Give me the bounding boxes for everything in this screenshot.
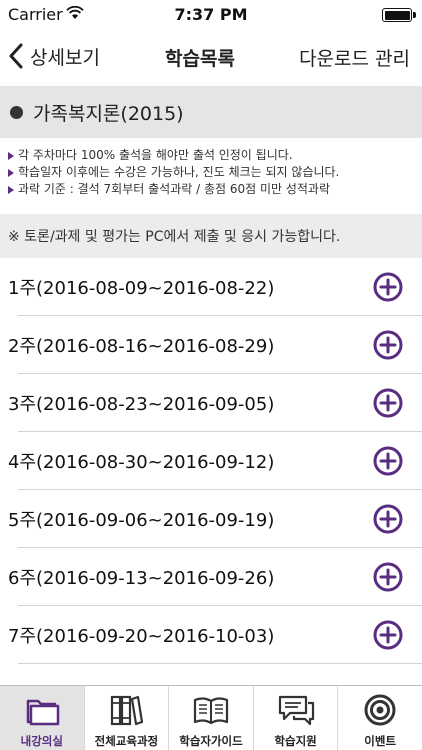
- note-text: 각 주차마다 100% 출석을 해야만 출석 인정이 됩니다.: [18, 148, 293, 162]
- clock: 7:37 PM: [174, 5, 248, 24]
- back-button-label: 상세보기: [30, 46, 100, 69]
- note-item: 학습일자 이후에는 수강은 가능하나, 진도 체크는 되지 않습니다.: [8, 164, 422, 181]
- note-text: 학습일자 이후에는 수강은 가능하나, 진도 체크는 되지 않습니다.: [18, 165, 340, 179]
- chevron-left-icon: [9, 43, 23, 69]
- week-label: 1주(2016-08-09~2016-08-22): [8, 278, 275, 299]
- expand-plus-icon[interactable]: [373, 446, 403, 476]
- course-header: 가족복지론(2015): [0, 86, 422, 138]
- note-item: 과락 기준 : 결석 7회부터 출석과락 / 총점 60점 미만 성적과락: [8, 181, 422, 198]
- week-row[interactable]: 5주(2016-09-06~2016-09-19): [0, 490, 422, 548]
- tab-label: 이벤트: [364, 734, 397, 748]
- week-label: 5주(2016-09-06~2016-09-19): [8, 510, 275, 531]
- tab-label: 학습지원: [274, 734, 317, 748]
- expand-plus-icon[interactable]: [373, 388, 403, 418]
- week-row[interactable]: 7주(2016-09-20~2016-10-03): [0, 606, 422, 664]
- target-icon: [364, 694, 396, 726]
- page-title: 학습목록: [165, 48, 235, 70]
- week-list: 1주(2016-08-09~2016-08-22) 2주(2016-08-16~…: [0, 258, 422, 694]
- tab-learning-support[interactable]: 학습지원: [254, 686, 339, 750]
- week-label: 3주(2016-08-23~2016-09-05): [8, 394, 275, 415]
- week-label: 4주(2016-08-30~2016-09-12): [8, 452, 275, 473]
- week-row[interactable]: 6주(2016-09-13~2016-09-26): [0, 548, 422, 606]
- expand-plus-icon[interactable]: [373, 504, 403, 534]
- expand-plus-icon[interactable]: [373, 330, 403, 360]
- tab-my-classroom[interactable]: 내강의실: [0, 686, 85, 750]
- week-row[interactable]: 3주(2016-08-23~2016-09-05): [0, 374, 422, 432]
- triangle-bullet-icon: [8, 151, 14, 160]
- books-icon: [111, 695, 144, 726]
- download-manager-button[interactable]: 다운로드 관리: [299, 44, 410, 71]
- bullet-icon: [10, 105, 23, 119]
- week-row[interactable]: 1주(2016-08-09~2016-08-22): [0, 258, 422, 316]
- status-bar: Carrier 7:37 PM: [0, 0, 422, 30]
- tab-bar: 내강의실 전체교육과정 학습자가이드 학습지원 이벤트: [0, 685, 422, 750]
- expand-plus-icon[interactable]: [373, 272, 403, 302]
- notice-banner: ※ 토론/과제 및 평가는 PC에서 제출 및 응시 가능합니다.: [0, 214, 422, 258]
- chat-icon: [278, 695, 314, 726]
- expand-plus-icon[interactable]: [373, 620, 403, 650]
- back-button[interactable]: 상세보기: [8, 40, 100, 72]
- week-label: 2주(2016-08-16~2016-08-29): [8, 336, 275, 357]
- tab-learner-guide[interactable]: 학습자가이드: [169, 686, 254, 750]
- course-notes: 각 주차마다 100% 출석을 해야만 출석 인정이 됩니다. 학습일자 이후에…: [0, 138, 422, 214]
- navigation-bar: 상세보기 학습목록 다운로드 관리: [0, 30, 422, 82]
- tab-label: 학습자가이드: [179, 734, 243, 748]
- week-row[interactable]: 4주(2016-08-30~2016-09-12): [0, 432, 422, 490]
- battery-icon: [382, 8, 416, 22]
- week-label: 6주(2016-09-13~2016-09-26): [8, 568, 275, 589]
- triangle-bullet-icon: [8, 168, 14, 177]
- tab-all-courses[interactable]: 전체교육과정: [85, 686, 170, 750]
- tab-label: 전체교육과정: [94, 734, 159, 748]
- note-item: 각 주차마다 100% 출석을 해야만 출석 인정이 됩니다.: [8, 147, 422, 164]
- week-row[interactable]: 2주(2016-08-16~2016-08-29): [0, 316, 422, 374]
- triangle-bullet-icon: [8, 185, 14, 194]
- week-label: 7주(2016-09-20~2016-10-03): [8, 626, 275, 647]
- course-title: 가족복지론(2015): [33, 102, 184, 125]
- expand-plus-icon[interactable]: [373, 562, 403, 592]
- tab-label: 내강의실: [20, 734, 63, 748]
- note-text: 과락 기준 : 결석 7회부터 출석과락 / 총점 60점 미만 성적과락: [18, 182, 331, 196]
- open-book-icon: [193, 697, 229, 725]
- tab-events[interactable]: 이벤트: [338, 686, 422, 750]
- folder-icon: [26, 699, 60, 726]
